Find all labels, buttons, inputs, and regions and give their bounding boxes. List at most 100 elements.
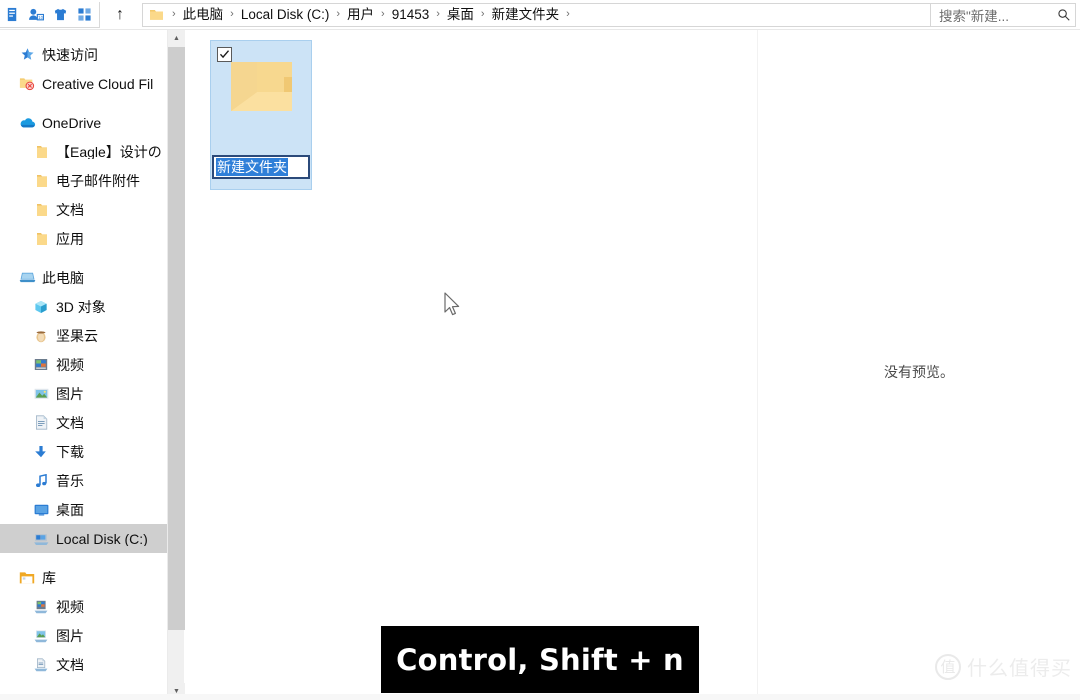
sidebar-item-onedrive-documents[interactable]: 文档	[0, 195, 167, 224]
sidebar-item-label: 桌面	[56, 502, 84, 517]
sidebar-item-library-pictures[interactable]: 图片	[0, 621, 167, 650]
file-list-view[interactable]: 新建文件夹	[185, 30, 757, 700]
folder-icon	[149, 8, 164, 21]
breadcrumb-item-2[interactable]: 用户	[345, 4, 376, 26]
watermark-text: 什么值得买	[967, 658, 1072, 680]
sidebar-item-this-pc[interactable]: 此电脑	[0, 263, 167, 292]
scroll-up-button[interactable]: ▲	[168, 30, 185, 47]
breadcrumb-separator: ›	[230, 7, 234, 20]
quick-access-toolbar: 10	[0, 1, 100, 28]
checkmark-icon	[219, 50, 230, 59]
sidebar-item-label: 音乐	[56, 473, 84, 488]
sidebar-item-label: 库	[42, 570, 56, 585]
sidebar-item-label: 【Eagle】设计の	[56, 144, 162, 159]
this-pc-icon	[16, 267, 38, 289]
sidebar-item-desktop[interactable]: 桌面	[0, 495, 167, 524]
sidebar-item-3d-objects[interactable]: 3D 对象	[0, 292, 167, 321]
sidebar-item-local-disk-c[interactable]: Local Disk (C:)	[0, 524, 167, 553]
rename-input[interactable]: 新建文件夹	[212, 155, 310, 179]
search-box[interactable]: 搜索"新建...	[930, 3, 1076, 27]
breadcrumb-separator: ›	[172, 7, 176, 20]
properties-icon[interactable]	[0, 3, 24, 25]
top-bar: 10 ↑ › 此电脑 › Local Disk (C:) › 用户 › 9145…	[0, 0, 1080, 30]
breadcrumb-item-5[interactable]: 新建文件夹	[490, 4, 562, 26]
watermark-logo-icon: 值	[935, 653, 961, 680]
sidebar-item-library-documents[interactable]: 文档	[0, 650, 167, 679]
music-icon	[30, 470, 52, 492]
chevron-up-icon: ▲	[173, 35, 180, 42]
breadcrumb-item-0[interactable]: 此电脑	[181, 4, 226, 26]
mouse-cursor	[444, 292, 461, 323]
sidebar-item-label: 应用	[56, 231, 84, 246]
star-pin-icon	[16, 44, 38, 66]
sidebar-item-label: Creative Cloud Fil	[42, 76, 154, 91]
customize-icon[interactable]	[48, 3, 72, 25]
sidebar-item-email-attachments[interactable]: 电子邮件附件	[0, 166, 167, 195]
sidebar-item-pictures[interactable]: 图片	[0, 379, 167, 408]
sidebar-item-label: 下载	[56, 444, 84, 459]
sidebar-item-libraries[interactable]: 库	[0, 563, 167, 592]
sidebar-item-apps[interactable]: 应用	[0, 224, 167, 253]
sidebar-item-eagle-design[interactable]: 【Eagle】设计の	[0, 137, 167, 166]
sidebar-item-videos[interactable]: 视频	[0, 350, 167, 379]
folder-icon	[30, 170, 52, 192]
sidebar-item-onedrive[interactable]: OneDrive	[0, 108, 167, 137]
file-explorer-window: 10 ↑ › 此电脑 › Local Disk (C:) › 用户 › 9145…	[0, 0, 1080, 700]
sidebar-item-label: 图片	[56, 386, 84, 401]
svg-text:10: 10	[38, 14, 43, 19]
search-input[interactable]: 搜索"新建...	[939, 5, 1057, 25]
sidebar-item-label: 文档	[56, 202, 84, 217]
up-arrow-icon: ↑	[116, 5, 124, 23]
breadcrumb-separator: ›	[436, 7, 440, 20]
breadcrumb-item-1[interactable]: Local Disk (C:)	[239, 4, 332, 26]
library-videos-icon	[30, 596, 52, 618]
videos-icon	[30, 354, 52, 376]
address-bar[interactable]: › 此电脑 › Local Disk (C:) › 用户 › 91453 › 桌…	[142, 2, 960, 27]
sidebar-item-label: 坚果云	[56, 328, 98, 343]
3d-objects-icon	[30, 296, 52, 318]
breadcrumb-separator: ›	[566, 7, 570, 20]
folder-icon	[226, 59, 296, 126]
sidebar-item-quick-access[interactable]: 快速访问	[0, 40, 167, 69]
new-folder-icon[interactable]: 10	[24, 3, 48, 25]
sidebar-item-label: Local Disk (C:)	[56, 531, 148, 546]
sidebar-item-label: 3D 对象	[56, 299, 106, 314]
up-one-level-button[interactable]: ↑	[106, 2, 134, 28]
view-icon[interactable]	[72, 3, 96, 25]
breadcrumb-item-3[interactable]: 91453	[390, 4, 432, 26]
breadcrumb-item-4[interactable]: 桌面	[445, 4, 476, 26]
breadcrumb: › 此电脑 › Local Disk (C:) › 用户 › 91453 › 桌…	[167, 4, 936, 26]
sidebar-item-library-videos[interactable]: 视频	[0, 592, 167, 621]
list-item[interactable]: 新建文件夹	[210, 40, 312, 190]
bottom-strip	[0, 694, 1080, 700]
shortcut-caption-text: Control, Shift + n	[396, 642, 684, 677]
search-icon[interactable]	[1057, 8, 1071, 22]
breadcrumb-separator: ›	[336, 7, 341, 20]
folder-icon	[30, 228, 52, 250]
sidebar-item-label: 电子邮件附件	[56, 173, 140, 188]
scrollbar-thumb[interactable]	[168, 47, 185, 630]
library-pictures-icon	[30, 625, 52, 647]
sidebar-item-label: 图片	[56, 628, 84, 643]
sidebar-item-creative-cloud-files[interactable]: Creative Cloud Fil	[0, 69, 167, 98]
sidebar-item-nutstore[interactable]: 坚果云	[0, 321, 167, 350]
creative-cloud-folder-icon	[16, 73, 38, 95]
sidebar-item-label: 此电脑	[42, 270, 84, 285]
sidebar-item-music[interactable]: 音乐	[0, 466, 167, 495]
downloads-icon	[30, 441, 52, 463]
preview-pane: 没有预览。	[758, 30, 1080, 700]
navigation-pane-scrollbar[interactable]: ▲ ▼	[167, 30, 185, 700]
item-checkbox[interactable]	[217, 47, 232, 62]
sidebar-item-label: 视频	[56, 357, 84, 372]
shortcut-caption-overlay: Control, Shift + n	[381, 626, 699, 693]
sidebar-item-downloads[interactable]: 下载	[0, 437, 167, 466]
rename-input-value: 新建文件夹	[216, 158, 288, 176]
watermark: 值 什么值得买	[935, 652, 1072, 681]
sidebar-item-documents[interactable]: 文档	[0, 408, 167, 437]
breadcrumb-separator: ›	[480, 7, 485, 20]
breadcrumb-separator: ›	[381, 7, 385, 20]
folder-icon	[30, 141, 52, 163]
